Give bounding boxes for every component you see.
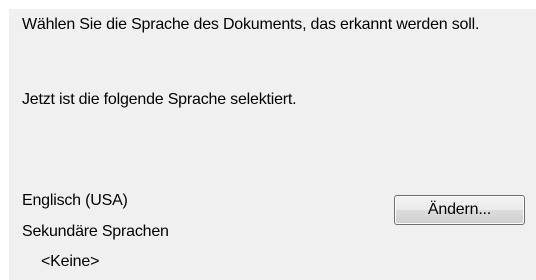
selected-language-value: Englisch (USA) <box>22 192 128 209</box>
current-language-label: Jetzt ist die folgende Sprache selektier… <box>22 91 297 108</box>
language-dialog-panel: Wählen Sie die Sprache des Dokuments, da… <box>9 9 536 280</box>
secondary-languages-value: <Keine> <box>41 253 100 270</box>
description-text: Wählen Sie die Sprache des Dokuments, da… <box>22 16 480 33</box>
secondary-languages-label: Sekundäre Sprachen <box>22 223 169 240</box>
change-language-button[interactable]: Ändern... <box>394 195 525 225</box>
